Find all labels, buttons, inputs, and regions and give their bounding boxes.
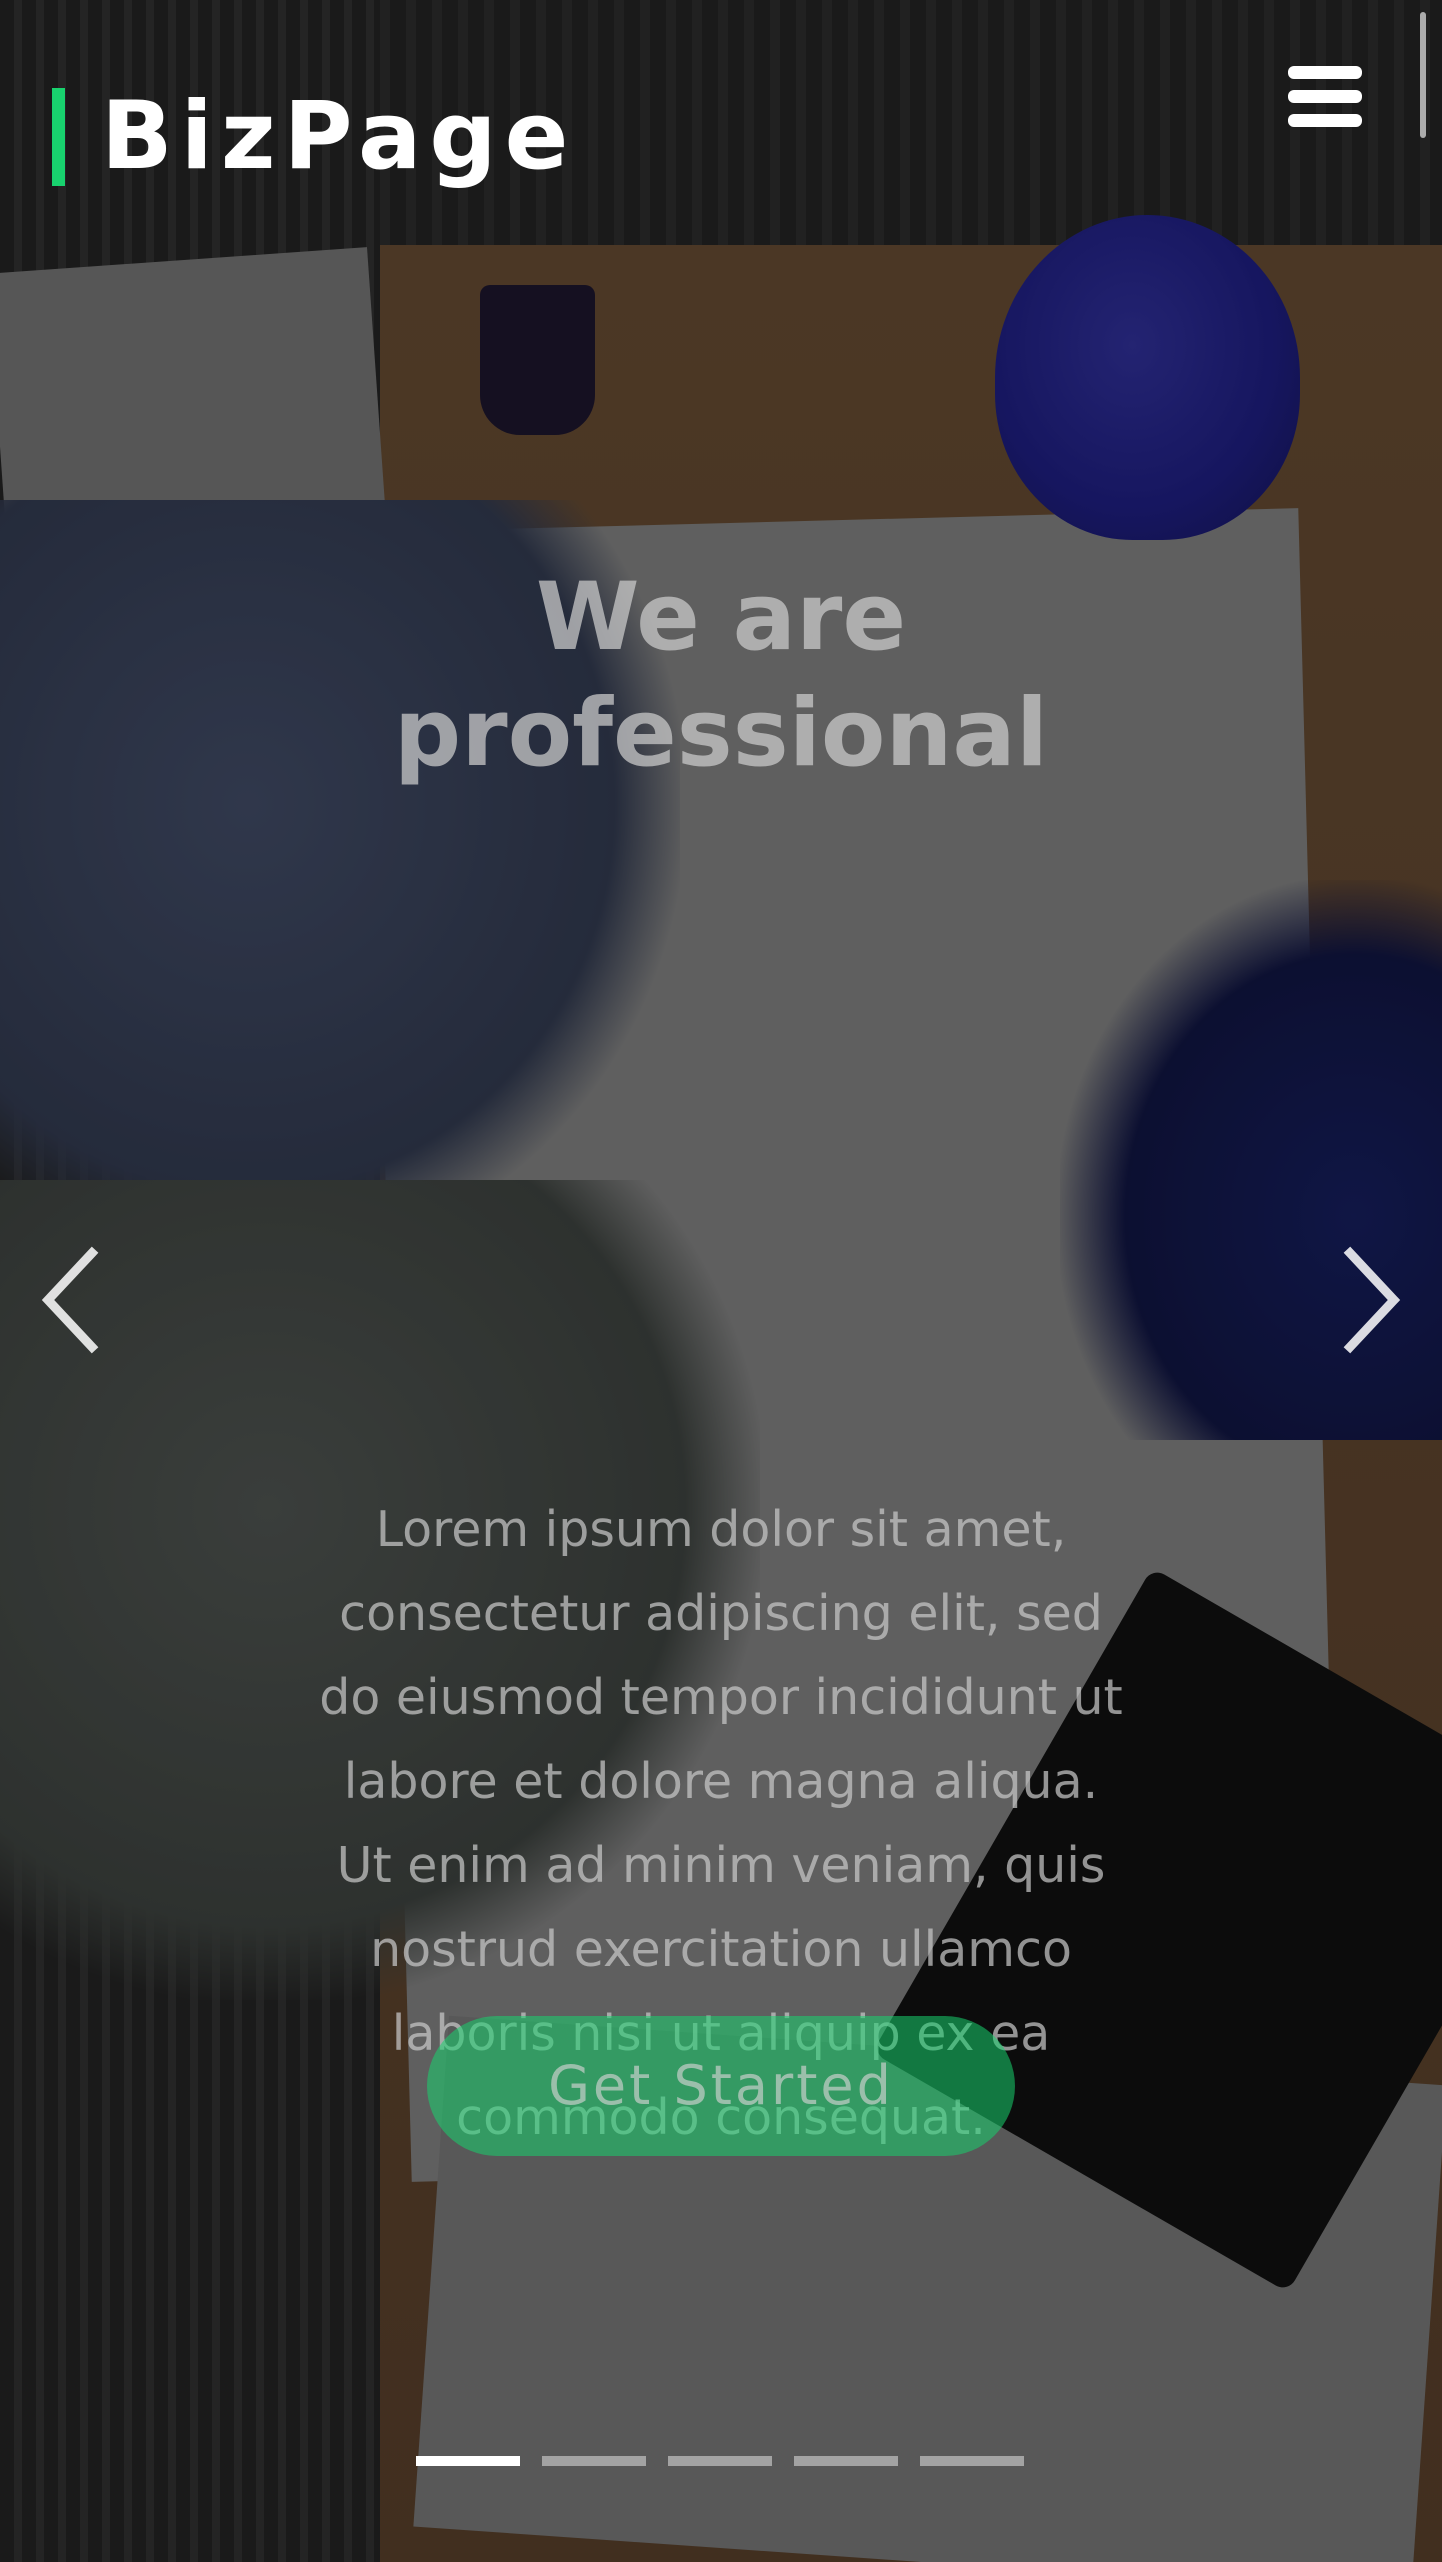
scrollbar[interactable] [1420,12,1426,138]
background-overlay [0,0,1442,2562]
carousel-indicator[interactable] [542,2456,646,2466]
carousel-indicator[interactable] [416,2456,520,2466]
hero-title: We are professional [393,563,1049,788]
carousel-indicator[interactable] [668,2456,772,2466]
chevron-right-icon [1343,1246,1401,1354]
logo-text: BizPage [101,82,577,191]
carousel-indicator[interactable] [920,2456,1024,2466]
carousel-indicator[interactable] [794,2456,898,2466]
carousel-prev-button[interactable] [36,1245,106,1355]
carousel-indicators [416,2456,1024,2466]
logo-accent-bar [52,88,65,186]
hamburger-menu-icon [1288,66,1364,127]
chevron-left-icon [41,1246,99,1354]
get-started-button[interactable]: Get Started [427,2016,1015,2156]
hero-carousel: BizPage We are professional Lorem ipsum … [0,0,1442,2562]
mobile-nav-toggle[interactable] [1288,66,1364,130]
carousel-next-button[interactable] [1336,1245,1406,1355]
logo[interactable]: BizPage [52,88,576,186]
